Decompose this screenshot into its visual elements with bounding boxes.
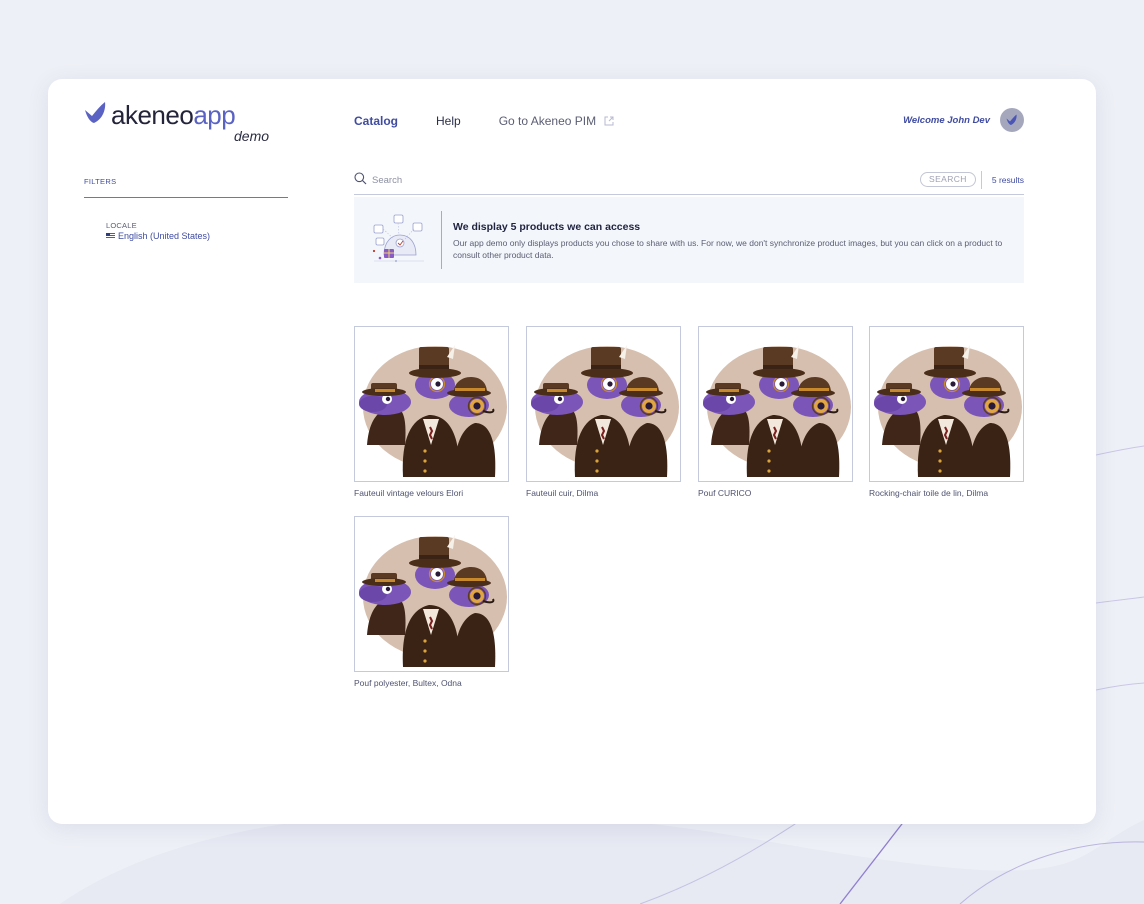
product-image[interactable] (526, 326, 681, 482)
nav-help[interactable]: Help (436, 114, 461, 128)
nav-catalog[interactable]: Catalog (354, 114, 398, 128)
product-card[interactable]: Rocking-chair toile de lin, Dilma (869, 326, 1024, 498)
info-banner: We display 5 products we can access Our … (354, 197, 1024, 283)
results-separator (981, 171, 982, 189)
info-text: Our app demo only displays products you … (453, 238, 1003, 260)
product-image[interactable] (354, 516, 509, 672)
search-icon (354, 172, 367, 185)
product-placeholder-icon (358, 344, 508, 478)
search-input[interactable] (372, 173, 872, 187)
welcome-text: Welcome John Dev (903, 115, 990, 126)
filters-title: FILTERS (84, 177, 117, 186)
filters-divider (84, 197, 288, 198)
info-title: We display 5 products we can access (453, 221, 641, 233)
user-avatar[interactable] (1000, 108, 1024, 132)
search-bar: SEARCH 5 results (354, 171, 1024, 195)
main-card: akeneoapp demo Catalog Help Go to Akeneo… (48, 79, 1096, 824)
search-button[interactable]: SEARCH (920, 172, 976, 187)
product-name[interactable]: Pouf CURICO (698, 488, 853, 498)
logo-wordmark: akeneoapp (111, 100, 236, 130)
external-link-icon (604, 116, 614, 126)
results-count: 5 results (991, 175, 1024, 185)
product-name[interactable]: Pouf polyester, Bultex, Odna (354, 678, 509, 688)
product-image[interactable] (869, 326, 1024, 482)
product-card[interactable]: Pouf CURICO (698, 326, 853, 498)
us-flag-icon (106, 233, 115, 239)
akeneo-avatar-icon (1006, 114, 1017, 125)
product-placeholder-icon (873, 344, 1023, 478)
product-name[interactable]: Rocking-chair toile de lin, Dilma (869, 488, 1024, 498)
app-logo[interactable]: akeneoapp demo (84, 100, 269, 145)
main-nav: Catalog Help Go to Akeneo PIM (354, 113, 652, 129)
nav-go-to-pim-label: Go to Akeneo PIM (498, 114, 597, 128)
product-image[interactable] (698, 326, 853, 482)
product-card[interactable]: Fauteuil cuir, Dilma (526, 326, 681, 498)
product-placeholder-icon (702, 344, 852, 478)
product-name[interactable]: Fauteuil vintage velours Elori (354, 488, 509, 498)
product-card[interactable]: Fauteuil vintage velours Elori (354, 326, 509, 498)
nav-go-to-pim[interactable]: Go to Akeneo PIM (499, 114, 614, 128)
locale-value: English (United States) (118, 231, 211, 241)
product-image[interactable] (354, 326, 509, 482)
info-divider (441, 211, 442, 269)
product-placeholder-icon (530, 344, 680, 478)
locale-label: LOCALE (106, 221, 137, 230)
logo-tagline: demo (234, 128, 270, 144)
product-card[interactable]: Pouf polyester, Bultex, Odna (354, 516, 509, 688)
connection-illustration-icon (372, 214, 424, 263)
akeneo-logo-icon (85, 102, 106, 123)
product-name[interactable]: Fauteuil cuir, Dilma (526, 488, 681, 498)
product-placeholder-icon (358, 534, 508, 668)
locale-selector[interactable]: English (United States) (106, 231, 210, 241)
